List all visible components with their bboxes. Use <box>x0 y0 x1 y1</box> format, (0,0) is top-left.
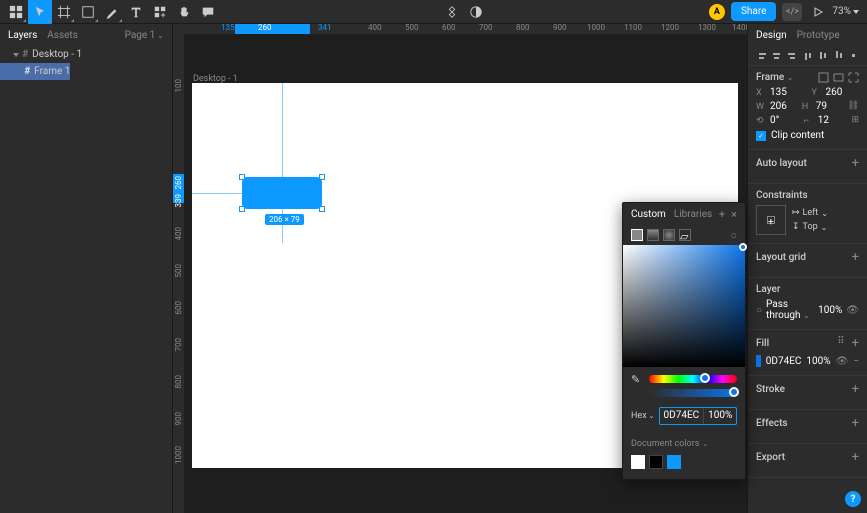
fill-remove-icon[interactable]: − <box>853 356 859 367</box>
dimension-label: 206 × 79 <box>265 214 304 225</box>
present-button[interactable] <box>808 2 828 22</box>
component-icon[interactable] <box>440 0 464 24</box>
align-hcenter-icon[interactable] <box>770 49 784 63</box>
main-menu-button[interactable] <box>4 0 28 24</box>
export-add[interactable]: + <box>852 450 859 465</box>
fill-swatch[interactable] <box>756 355 761 367</box>
align-left-icon[interactable] <box>755 49 769 63</box>
layout-grid-add[interactable]: + <box>852 250 859 265</box>
resize-fit-icon[interactable] <box>818 72 829 83</box>
constraint-v-select[interactable]: ↧ Top ⌄ <box>792 222 828 232</box>
properties-panel: Design Prototype Frame ⌄ X135 Y260 W206 … <box>747 24 867 513</box>
frame-section-title[interactable]: Frame ⌄ <box>756 72 793 83</box>
export-title: Export <box>756 452 785 463</box>
blend-mode-select[interactable]: Pass through ⌄ <box>766 299 814 321</box>
fill-visibility-icon[interactable]: 👁 <box>836 356 849 367</box>
layer-section-title: Layer <box>756 284 780 295</box>
comment-tool[interactable] <box>196 0 220 24</box>
picker-blend-icon[interactable]: ○ <box>730 229 737 242</box>
user-avatar[interactable]: A <box>709 4 725 20</box>
color-picker-popup: Custom Libraries + × ▱ ○ ✎ Hex⌄ 0D74EC 1… <box>622 202 746 480</box>
picker-radial-icon[interactable] <box>663 229 675 241</box>
align-vcenter-icon[interactable] <box>816 49 830 63</box>
constraint-diagram[interactable]: + <box>756 205 786 235</box>
help-button[interactable]: ? <box>845 491 861 507</box>
picker-close-icon[interactable]: × <box>731 208 737 221</box>
fill-title: Fill <box>756 338 769 349</box>
resize-expand-icon[interactable] <box>848 72 859 83</box>
dev-mode-button[interactable]: </> <box>782 3 802 21</box>
picker-solid-icon[interactable] <box>631 229 643 241</box>
picker-image-icon[interactable]: ▱ <box>679 229 691 241</box>
corner-input[interactable]: 12 <box>818 115 844 126</box>
doc-swatch-white[interactable] <box>631 455 645 469</box>
shape-tool[interactable] <box>76 0 100 24</box>
hex-input[interactable]: 0D74EC <box>660 408 704 424</box>
doc-colors-title[interactable]: Document colors⌄ <box>631 439 737 449</box>
rotation-input[interactable]: 0° <box>770 115 796 126</box>
constraint-h-select[interactable]: ↦ Left ⌄ <box>792 208 828 218</box>
align-bottom-icon[interactable] <box>831 49 845 63</box>
corner-detail-icon[interactable]: ⊞ <box>851 115 859 126</box>
rotation-icon: ⟲ <box>756 116 766 126</box>
move-tool[interactable] <box>28 0 52 24</box>
resources-tool[interactable] <box>148 0 172 24</box>
layout-grid-title: Layout grid <box>756 252 806 263</box>
fill-hex[interactable]: 0D74EC <box>766 356 802 367</box>
frame-tool[interactable] <box>52 0 76 24</box>
auto-layout-title: Auto layout <box>756 158 807 169</box>
fill-add[interactable]: + <box>852 336 859 351</box>
align-top-icon[interactable] <box>800 49 814 63</box>
layer-desktop[interactable]: #Desktop - 1 <box>0 46 172 63</box>
effects-add[interactable]: + <box>852 416 859 431</box>
doc-swatch-blue[interactable] <box>667 455 681 469</box>
mask-icon[interactable] <box>464 0 488 24</box>
clip-content-label: Clip content <box>771 130 824 141</box>
alpha-slider[interactable] <box>649 389 737 397</box>
align-right-icon[interactable] <box>785 49 799 63</box>
layers-tab[interactable]: Layers <box>8 30 37 41</box>
share-button[interactable]: Share <box>731 2 776 21</box>
prototype-tab[interactable]: Prototype <box>797 30 840 41</box>
corner-icon: ⌐ <box>804 115 814 126</box>
layer-frame1[interactable]: #Frame 1 <box>0 63 70 80</box>
picker-libraries-tab[interactable]: Libraries <box>674 209 712 220</box>
hand-tool[interactable] <box>172 0 196 24</box>
doc-swatch-black[interactable] <box>649 455 663 469</box>
stroke-title: Stroke <box>756 384 785 395</box>
pen-tool[interactable] <box>100 0 124 24</box>
hex-alpha-input[interactable]: 100% <box>703 408 736 424</box>
y-input[interactable]: 260 <box>826 87 860 98</box>
effects-title: Effects <box>756 418 788 429</box>
picker-linear-icon[interactable] <box>647 229 659 241</box>
hue-slider[interactable] <box>649 375 737 383</box>
w-input[interactable]: 206 <box>770 101 794 112</box>
fill-opacity[interactable]: 100% <box>806 356 830 367</box>
fill-styles-icon[interactable]: ⠿ <box>837 336 845 351</box>
visibility-icon[interactable]: 👁 <box>846 305 859 316</box>
ruler-horizontal: 135 260 341 400 500 600 700 800 900 1000… <box>173 24 747 34</box>
ruler-vertical: 100 260 339 400 500 600 700 800 900 1000 <box>173 34 184 513</box>
zoom-control[interactable]: 73% <box>832 6 859 17</box>
text-tool[interactable] <box>124 0 148 24</box>
page-selector[interactable]: Page 1⌄ <box>125 30 164 41</box>
x-input[interactable]: 135 <box>770 87 804 98</box>
hex-mode-select[interactable]: Hex⌄ <box>631 411 655 421</box>
lock-aspect-icon[interactable]: ⛓ <box>848 101 859 112</box>
layer-opacity[interactable]: 100% <box>818 305 842 316</box>
resize-fill-icon[interactable] <box>833 72 844 83</box>
picker-add-icon[interactable]: + <box>719 208 725 221</box>
h-input[interactable]: 79 <box>816 101 840 112</box>
distribute-icon[interactable] <box>846 49 860 63</box>
selected-rectangle[interactable] <box>242 177 322 209</box>
eyedropper-icon[interactable]: ✎ <box>631 373 643 385</box>
picker-saturation-field[interactable] <box>623 245 745 367</box>
clip-content-checkbox[interactable]: ✓ <box>756 131 766 141</box>
assets-tab[interactable]: Assets <box>47 30 78 41</box>
auto-layout-add[interactable]: + <box>852 156 859 171</box>
constraints-title: Constraints <box>756 190 808 201</box>
design-tab[interactable]: Design <box>756 30 787 41</box>
picker-custom-tab[interactable]: Custom <box>631 209 666 220</box>
stroke-add[interactable]: + <box>852 382 859 397</box>
